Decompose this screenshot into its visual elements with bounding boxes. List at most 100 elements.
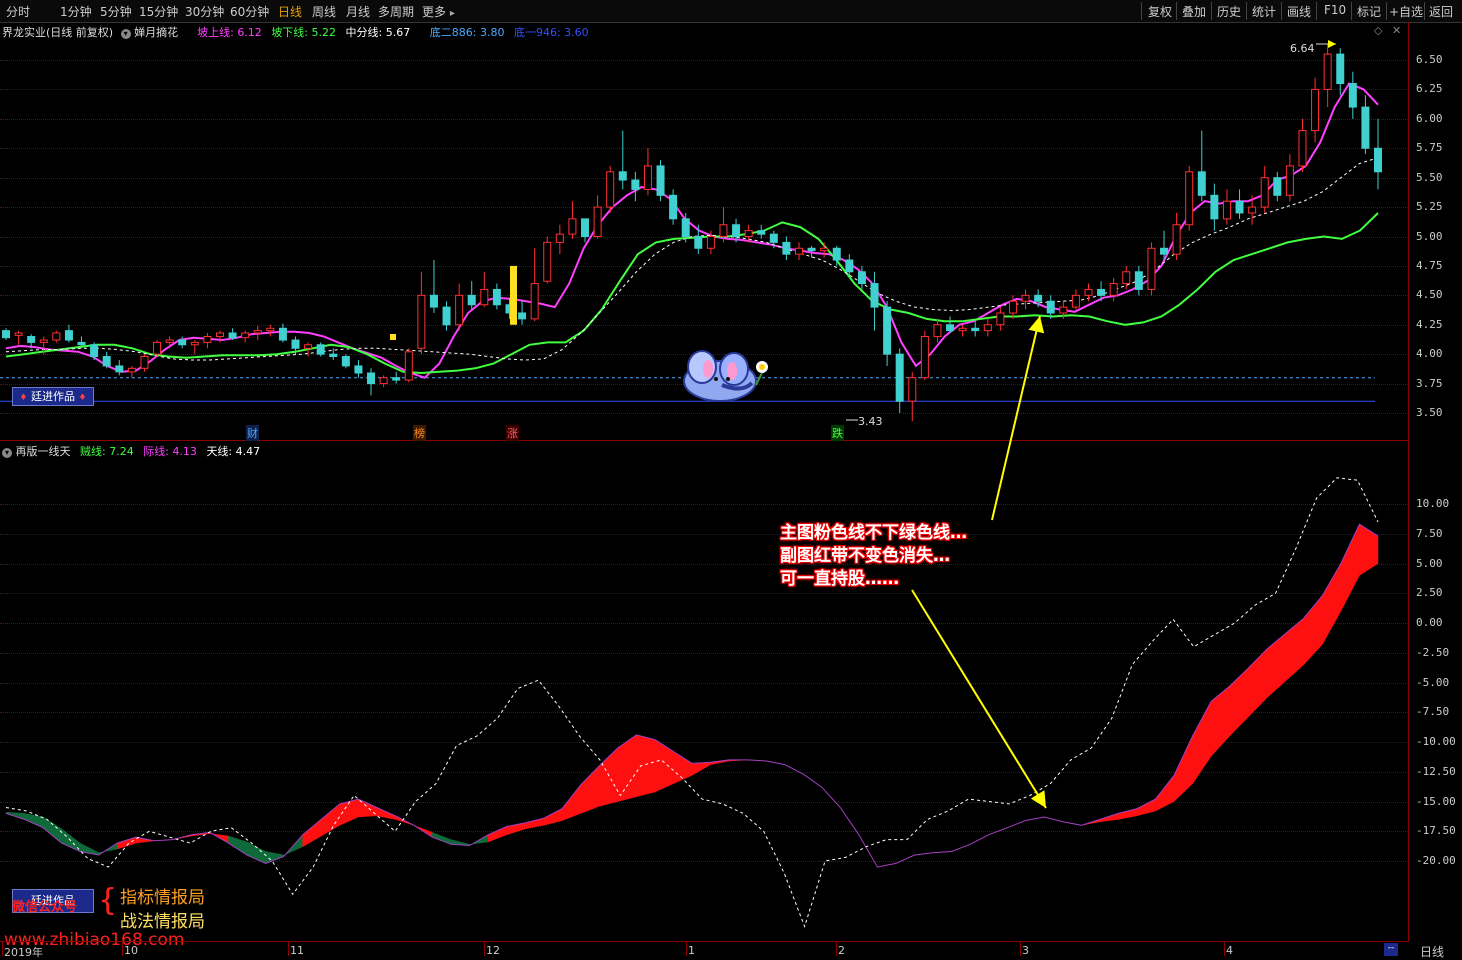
- candle-body[interactable]: [1361, 106, 1370, 149]
- candle-body[interactable]: [694, 236, 703, 249]
- candle-body[interactable]: [857, 271, 866, 285]
- event-marker-cai[interactable]: 财: [246, 425, 259, 441]
- candle-body[interactable]: [631, 179, 640, 190]
- candle-body[interactable]: [14, 332, 23, 336]
- candle-body[interactable]: [1172, 224, 1181, 255]
- candle-body[interactable]: [1185, 171, 1194, 226]
- candle-body[interactable]: [908, 377, 917, 402]
- candle-body[interactable]: [618, 171, 627, 181]
- candle-body[interactable]: [820, 247, 829, 252]
- candle-body[interactable]: [316, 344, 325, 355]
- candle-body[interactable]: [140, 356, 149, 369]
- candle-body[interactable]: [1197, 171, 1206, 196]
- candle-body[interactable]: [215, 332, 224, 338]
- candle-body[interactable]: [392, 377, 401, 381]
- candle-body[interactable]: [593, 206, 602, 237]
- candle-body[interactable]: [165, 339, 174, 343]
- candle-body[interactable]: [1235, 200, 1244, 214]
- event-marker-bang[interactable]: 榜: [413, 425, 426, 441]
- candle-body[interactable]: [581, 218, 590, 238]
- candle-body[interactable]: [1285, 165, 1294, 196]
- candle-body[interactable]: [241, 332, 250, 339]
- candle-body[interactable]: [669, 194, 678, 220]
- candle-body[interactable]: [769, 233, 778, 243]
- candle-body[interactable]: [291, 339, 300, 349]
- candle-body[interactable]: [996, 312, 1005, 326]
- candle-body[interactable]: [228, 332, 237, 339]
- candle-body[interactable]: [643, 165, 652, 190]
- candle-body[interactable]: [681, 218, 690, 238]
- candle-body[interactable]: [1248, 206, 1257, 214]
- candle-body[interactable]: [354, 365, 363, 374]
- candle-body[interactable]: [744, 230, 753, 238]
- candle-body[interactable]: [1021, 294, 1030, 302]
- candle-body[interactable]: [1160, 247, 1169, 255]
- candle-body[interactable]: [1134, 271, 1143, 290]
- candle-body[interactable]: [102, 356, 111, 367]
- event-marker-zhang[interactable]: 涨: [506, 425, 519, 441]
- candle-body[interactable]: [480, 288, 489, 306]
- candle-body[interactable]: [895, 353, 904, 402]
- candle-body[interactable]: [1122, 271, 1131, 285]
- candle-body[interactable]: [2, 330, 10, 339]
- back-button[interactable]: 返回: [1429, 3, 1453, 20]
- candle-body[interactable]: [706, 236, 715, 249]
- candle-body[interactable]: [404, 351, 413, 381]
- candle-body[interactable]: [1222, 200, 1231, 220]
- candle-body[interactable]: [190, 341, 199, 346]
- candle-body[interactable]: [178, 339, 187, 346]
- candle-body[interactable]: [266, 327, 275, 332]
- chart-canvas[interactable]: [0, 0, 1408, 940]
- candle-body[interactable]: [1147, 247, 1156, 290]
- candle-body[interactable]: [253, 330, 262, 334]
- candle-body[interactable]: [429, 294, 438, 308]
- candle-body[interactable]: [555, 233, 564, 243]
- candle-body[interactable]: [1071, 294, 1080, 308]
- event-marker-die[interactable]: 跌: [831, 425, 844, 441]
- candle-body[interactable]: [127, 367, 136, 373]
- candle-body[interactable]: [77, 341, 86, 346]
- candle-body[interactable]: [543, 241, 552, 282]
- candle-body[interactable]: [757, 230, 766, 235]
- candle-body[interactable]: [1260, 177, 1269, 208]
- candle-body[interactable]: [379, 377, 388, 385]
- candle-body[interactable]: [417, 294, 426, 349]
- candle-body[interactable]: [153, 341, 162, 355]
- candle-body[interactable]: [933, 324, 942, 338]
- candle-body[interactable]: [946, 324, 955, 332]
- candle-body[interactable]: [1109, 283, 1118, 296]
- candle-body[interactable]: [203, 336, 212, 343]
- candle-body[interactable]: [492, 288, 501, 306]
- candle-body[interactable]: [832, 247, 841, 261]
- candle-body[interactable]: [1311, 88, 1320, 132]
- candle-body[interactable]: [467, 294, 476, 306]
- candle-body[interactable]: [794, 247, 803, 255]
- candle-body[interactable]: [1348, 83, 1357, 108]
- candle-body[interactable]: [1323, 53, 1332, 90]
- scroll-button[interactable]: --: [1384, 943, 1398, 956]
- candle-body[interactable]: [1097, 288, 1106, 296]
- candle-body[interactable]: [1298, 130, 1307, 167]
- candle-body[interactable]: [304, 344, 313, 349]
- candle-body[interactable]: [1084, 288, 1093, 296]
- candle-body[interactable]: [656, 165, 665, 196]
- candle-body[interactable]: [883, 306, 892, 355]
- candle-body[interactable]: [341, 356, 350, 367]
- candle-body[interactable]: [870, 283, 879, 308]
- candle-body[interactable]: [1374, 147, 1382, 173]
- candle-body[interactable]: [442, 306, 451, 326]
- candle-body[interactable]: [1046, 300, 1055, 314]
- candle-body[interactable]: [64, 330, 73, 341]
- candle-body[interactable]: [971, 327, 980, 332]
- candle-body[interactable]: [530, 283, 539, 320]
- candle-body[interactable]: [39, 339, 48, 343]
- candle-body[interactable]: [983, 324, 992, 332]
- candle-body[interactable]: [115, 365, 124, 373]
- candle-body[interactable]: [329, 353, 338, 358]
- candle-body[interactable]: [1059, 306, 1068, 314]
- candle-body[interactable]: [27, 336, 36, 343]
- candle-body[interactable]: [1336, 53, 1345, 85]
- candle-body[interactable]: [278, 327, 287, 341]
- candle-body[interactable]: [845, 259, 854, 273]
- candle-body[interactable]: [1008, 300, 1017, 314]
